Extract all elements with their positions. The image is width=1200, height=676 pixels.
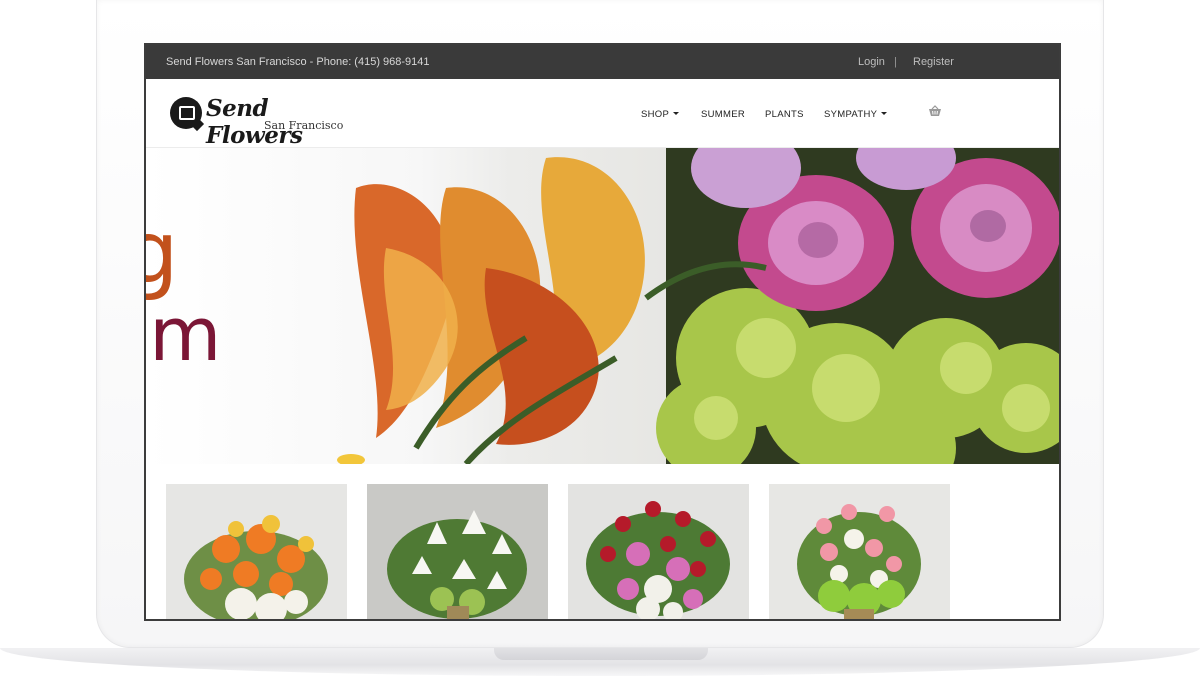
product-card[interactable] <box>769 484 950 619</box>
product-card[interactable] <box>367 484 548 619</box>
basket-icon[interactable] <box>928 105 942 117</box>
product-card[interactable] <box>568 484 749 619</box>
nav-item-label: SHOP <box>641 109 670 120</box>
caret-down-icon <box>673 112 680 115</box>
hero-heading-line-1: g <box>146 210 179 296</box>
laptop-notch <box>494 648 708 660</box>
nav-item-label: PLANTS <box>765 109 804 120</box>
nav-item-label: SYMPATHY <box>824 109 878 120</box>
nav-item-plants[interactable]: PLANTS <box>765 109 804 120</box>
logo-badge-icon <box>170 97 202 129</box>
login-link[interactable]: Login <box>858 56 885 68</box>
logo-subtitle: San Francisco <box>264 119 344 132</box>
nav-item-shop[interactable]: SHOP <box>641 109 680 120</box>
caret-down-icon <box>881 112 888 115</box>
product-image <box>166 484 347 619</box>
hero-banner[interactable]: g om <box>146 148 1059 464</box>
contact-phone-text: Send Flowers San Francisco - Phone: (415… <box>166 56 430 68</box>
nav-item-label: SUMMER <box>701 109 746 120</box>
site-logo[interactable]: Send Flowers San Francisco <box>170 95 350 149</box>
product-image <box>367 484 548 619</box>
browser-screen: Send Flowers San Francisco - Phone: (415… <box>144 43 1061 621</box>
nav-item-sympathy[interactable]: SYMPATHY <box>824 109 888 120</box>
nav-item-summer[interactable]: SUMMER <box>701 109 745 120</box>
hero-heading-line-2: om <box>146 292 222 378</box>
site-header: Send Flowers San Francisco SHOP SUMMER P… <box>146 79 1059 149</box>
register-link[interactable]: Register <box>913 56 954 68</box>
product-image <box>568 484 749 619</box>
top-bar: Send Flowers San Francisco - Phone: (415… <box>146 45 1059 79</box>
product-image <box>769 484 950 619</box>
hero-flowers-image <box>337 148 1059 464</box>
topbar-separator: | <box>894 56 897 68</box>
product-card[interactable] <box>166 484 347 619</box>
